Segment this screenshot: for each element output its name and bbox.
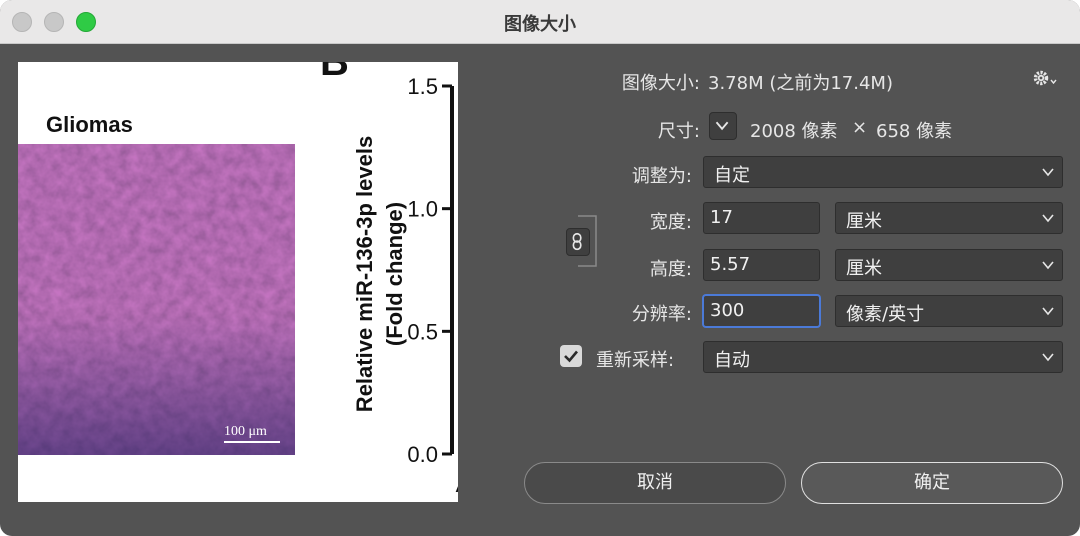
width-unit-value: 厘米 [846,211,882,232]
image-size-label: 图像大小: [621,73,700,94]
height-unit-value: 厘米 [846,258,882,279]
checkmark-icon [564,350,578,363]
resolution-unit-value: 像素/英寸 [846,304,925,325]
dimensions-width: 2008 像素 [750,121,838,142]
cancel-button[interactable]: 取消 [524,462,786,504]
preview-heading: Gliomas [46,112,133,137]
dimensions-unit-toggle[interactable] [709,112,737,140]
width-unit-select[interactable]: 厘米 [835,202,1063,234]
fit-to-select[interactable]: 自定 [703,156,1063,188]
resample-label: 重新采样: [596,350,675,371]
dimensions-separator: × [852,117,868,138]
resample-select[interactable]: 自动 [703,341,1063,373]
y-tick-label: 0.0 [407,442,438,467]
scale-bar [224,441,280,443]
width-label: 宽度: [649,212,692,233]
dimensions-height: 658 像素 [876,121,953,142]
chevron-down-icon [715,121,729,131]
histology-image [18,144,295,455]
y-tick-label: 1.0 [407,197,438,222]
ok-button[interactable]: 确定 [801,462,1063,504]
resample-value: 自动 [714,350,750,371]
chevron-down-icon [1042,214,1054,223]
y-axis-label-line1: Relative miR-136-3p levels [352,136,377,412]
chevron-down-icon [1042,307,1054,316]
constrain-proportions-link-icon[interactable] [566,228,590,256]
y-axis-label-line2: (Fold change) [382,202,407,346]
scale-bar-label: 100 μm [224,424,267,439]
x-tick-label: A [456,472,458,497]
fit-to-value: 自定 [714,165,750,186]
title-bar: 图像大小 [0,0,1080,44]
width-input[interactable]: 17 [703,202,820,234]
window-title: 图像大小 [504,14,576,35]
resolution-label: 分辨率: [631,304,692,325]
image-size-value: 3.78M (之前为17.4M) [708,73,893,94]
height-input[interactable]: 5.57 [703,249,820,281]
y-tick-label: 1.5 [407,74,438,99]
dimensions-label: 尺寸: [657,121,700,142]
fit-to-label: 调整为: [631,166,692,187]
image-size-dialog: 图像大小 B Gliomas 100 μm 1.5 1.0 0.5 0.0 Re… [0,0,1080,536]
resolution-unit-select[interactable]: 像素/英寸 [835,295,1063,327]
resolution-input[interactable]: 300 [703,295,820,327]
y-tick-label: 0.5 [407,319,438,344]
chevron-down-icon [1042,261,1054,270]
image-preview[interactable]: B Gliomas 100 μm 1.5 1.0 0.5 0.0 Relativ… [18,62,458,502]
height-unit-select[interactable]: 厘米 [835,249,1063,281]
height-label: 高度: [649,259,692,280]
chart: 1.51.00.50.0 Relative miR-136-3p levels … [352,74,458,497]
chevron-down-icon [1042,353,1054,362]
resample-checkbox[interactable] [560,345,582,367]
gear-icon[interactable] [1031,66,1059,90]
chevron-down-icon [1042,168,1054,177]
